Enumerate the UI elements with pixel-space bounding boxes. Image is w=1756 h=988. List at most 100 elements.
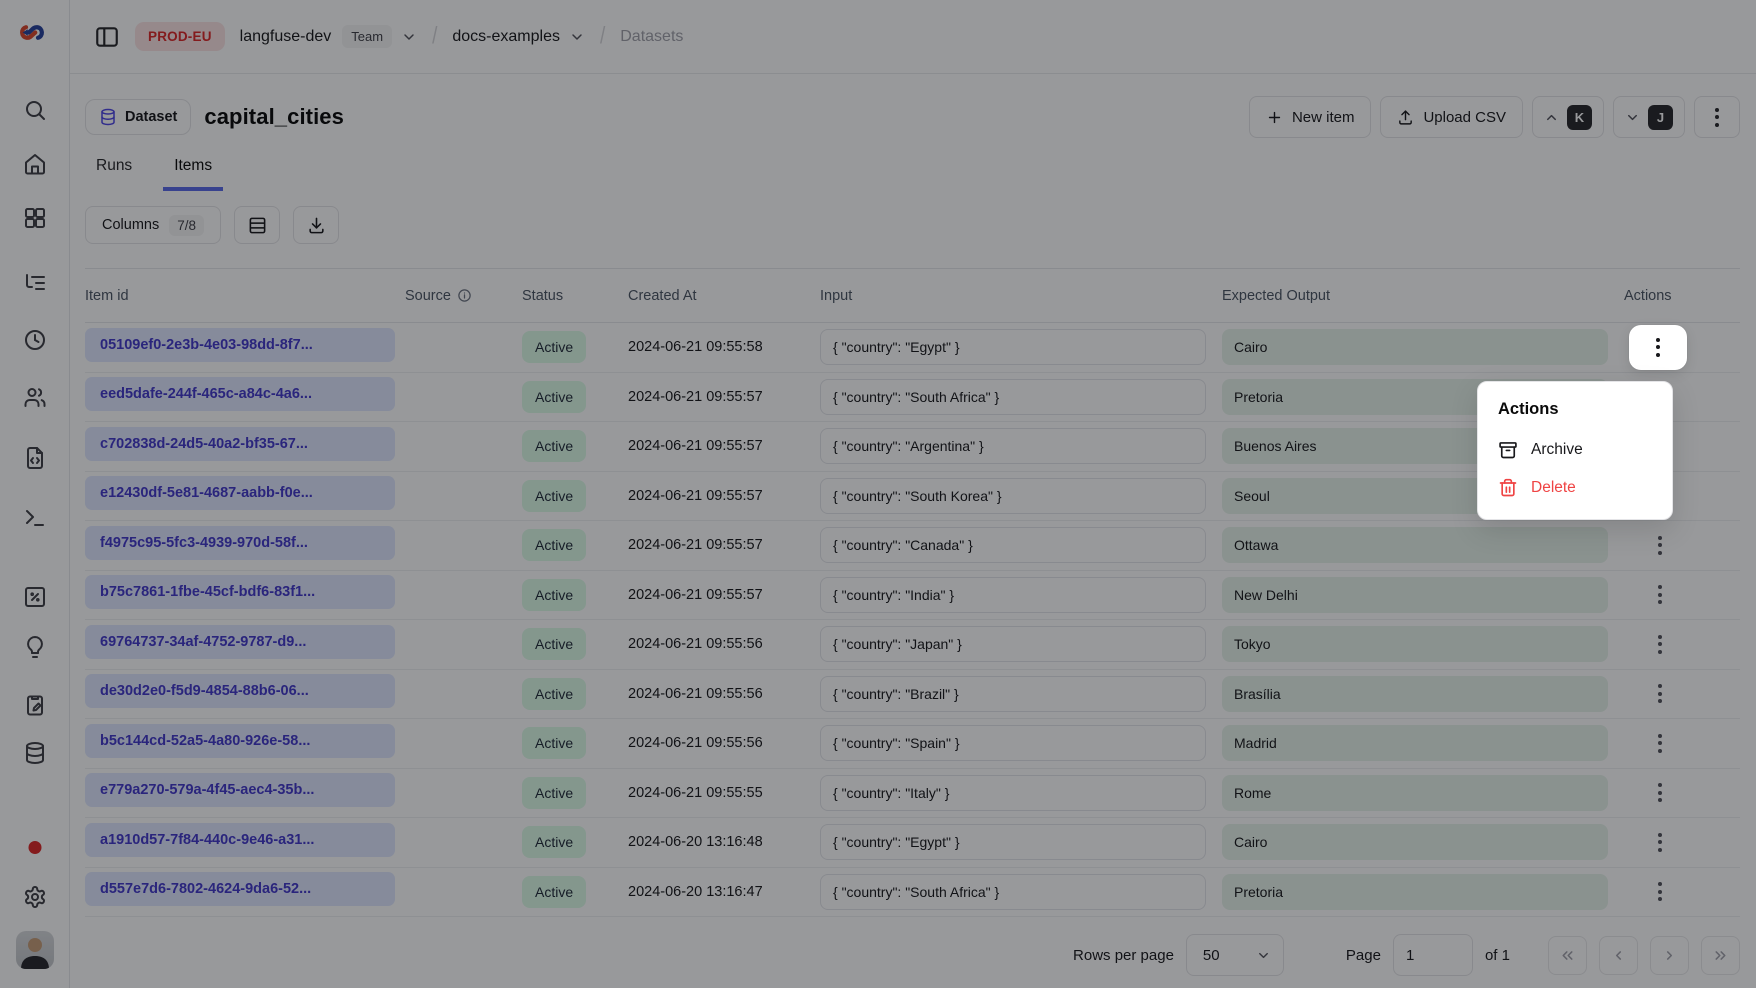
row-actions-button[interactable] xyxy=(1638,772,1682,814)
row-actions-button[interactable] xyxy=(1638,524,1682,566)
first-page-button[interactable] xyxy=(1548,936,1587,975)
input-cell[interactable]: { "country": "Egypt" } xyxy=(820,824,1206,860)
column-header-expected-output[interactable]: Expected Output xyxy=(1222,288,1624,304)
breadcrumb-project[interactable]: docs-examples xyxy=(452,28,560,46)
actions-menu-title: Actions xyxy=(1486,392,1664,431)
input-cell[interactable]: { "country": "Egypt" } xyxy=(820,329,1206,365)
tracing-tree-icon[interactable] xyxy=(23,271,47,295)
home-icon[interactable] xyxy=(23,152,47,176)
input-cell[interactable]: { "country": "South Korea" } xyxy=(820,478,1206,514)
menu-item-delete[interactable]: Delete xyxy=(1486,469,1664,507)
settings-gear-icon[interactable] xyxy=(23,885,47,909)
evaluation-percent-icon[interactable] xyxy=(23,585,47,609)
row-actions-button[interactable] xyxy=(1638,871,1682,913)
input-cell[interactable]: { "country": "South Africa" } xyxy=(820,874,1206,910)
menu-item-archive[interactable]: Archive xyxy=(1486,431,1664,469)
input-cell[interactable]: { "country": "Spain" } xyxy=(820,725,1206,761)
chevron-down-icon xyxy=(1625,110,1640,125)
item-id-badge[interactable]: de30d2e0-f5d9-4854-88b6-06... xyxy=(85,674,395,708)
table-row: 69764737-34af-4752-9787-d9... Active 202… xyxy=(85,620,1740,670)
input-cell[interactable]: { "country": "Canada" } xyxy=(820,527,1206,563)
row-actions-button[interactable] xyxy=(1638,623,1682,665)
item-id-badge[interactable]: f4975c95-5fc3-4939-970d-58f... xyxy=(85,526,395,560)
tab-items[interactable]: Items xyxy=(163,151,223,191)
row-actions-button[interactable] xyxy=(1638,821,1682,863)
item-id-badge[interactable]: a1910d57-7f84-440c-9e46-a31... xyxy=(85,823,395,857)
upload-csv-button[interactable]: Upload CSV xyxy=(1380,96,1523,138)
chevron-down-icon[interactable] xyxy=(569,29,585,45)
item-id-badge[interactable]: d557e7d6-7802-4624-9da6-52... xyxy=(85,872,395,906)
rows-per-page-label: Rows per page xyxy=(1073,947,1174,964)
column-header-input[interactable]: Input xyxy=(820,288,1222,304)
expected-output-cell[interactable]: Pretoria xyxy=(1222,874,1608,910)
next-page-button[interactable] xyxy=(1650,936,1689,975)
breadcrumb-org[interactable]: langfuse-dev xyxy=(240,28,332,46)
datasets-database-icon[interactable] xyxy=(23,741,47,765)
user-avatar[interactable] xyxy=(16,931,54,969)
expected-output-cell[interactable]: Cairo xyxy=(1222,824,1608,860)
environment-badge[interactable]: PROD-EU xyxy=(135,22,225,51)
new-item-button[interactable]: New item xyxy=(1249,96,1372,138)
created-at-cell: 2024-06-20 13:16:47 xyxy=(628,884,820,900)
notification-dot[interactable] xyxy=(28,841,41,854)
row-height-button[interactable] xyxy=(234,206,280,244)
last-page-button[interactable] xyxy=(1701,936,1740,975)
search-icon[interactable] xyxy=(23,98,47,122)
columns-button[interactable]: Columns 7/8 xyxy=(85,206,221,244)
next-item-button[interactable]: J xyxy=(1613,96,1685,138)
previous-page-button[interactable] xyxy=(1599,936,1638,975)
item-id-badge[interactable]: 05109ef0-2e3b-4e03-98dd-8f7... xyxy=(85,328,395,362)
created-at-cell: 2024-06-21 09:55:56 xyxy=(628,686,820,702)
input-cell[interactable]: { "country": "Italy" } xyxy=(820,775,1206,811)
expected-output-cell[interactable]: Cairo xyxy=(1222,329,1608,365)
input-cell[interactable]: { "country": "Argentina" } xyxy=(820,428,1206,464)
insights-lightbulb-icon[interactable] xyxy=(23,635,47,659)
sessions-clock-icon[interactable] xyxy=(23,328,47,352)
item-id-badge[interactable]: e779a270-579a-4f45-aec4-35b... xyxy=(85,773,395,807)
users-icon[interactable] xyxy=(23,385,47,409)
column-header-status[interactable]: Status xyxy=(522,288,628,304)
input-cell[interactable]: { "country": "India" } xyxy=(820,577,1206,613)
column-header-source[interactable]: Source xyxy=(405,288,522,304)
status-badge: Active xyxy=(522,331,586,363)
org-type-badge: Team xyxy=(342,25,392,48)
input-cell[interactable]: { "country": "Brazil" } xyxy=(820,676,1206,712)
row-actions-button[interactable] xyxy=(1629,325,1687,370)
info-icon[interactable] xyxy=(457,288,472,303)
item-id-badge[interactable]: b75c7861-1fbe-45cf-bdf6-83f1... xyxy=(85,575,395,609)
expected-output-cell[interactable]: Madrid xyxy=(1222,725,1608,761)
row-actions-button[interactable] xyxy=(1638,574,1682,616)
item-id-badge[interactable]: eed5dafe-244f-465c-a84c-4a6... xyxy=(85,377,395,411)
row-actions-button[interactable] xyxy=(1638,722,1682,764)
item-id-badge[interactable]: 69764737-34af-4752-9787-d9... xyxy=(85,625,395,659)
langfuse-logo-icon[interactable] xyxy=(17,17,47,47)
expected-output-cell[interactable]: Brasília xyxy=(1222,676,1608,712)
prompts-file-code-icon[interactable] xyxy=(23,446,47,470)
item-id-badge[interactable]: b5c144cd-52a5-4a80-926e-58... xyxy=(85,724,395,758)
input-cell[interactable]: { "country": "Japan" } xyxy=(820,626,1206,662)
item-id-badge[interactable]: e12430df-5e81-4687-aabb-f0e... xyxy=(85,476,395,510)
dataset-more-actions-button[interactable] xyxy=(1694,96,1740,138)
item-id-badge[interactable]: c702838d-24d5-40a2-bf35-67... xyxy=(85,427,395,461)
sidebar-toggle-icon[interactable] xyxy=(94,24,120,50)
tab-runs[interactable]: Runs xyxy=(85,151,143,191)
expected-output-cell[interactable]: Tokyo xyxy=(1222,626,1608,662)
input-cell[interactable]: { "country": "South Africa" } xyxy=(820,379,1206,415)
expected-output-cell[interactable]: Ottawa xyxy=(1222,527,1608,563)
expected-output-cell[interactable]: New Delhi xyxy=(1222,577,1608,613)
page-number-input[interactable] xyxy=(1393,934,1473,976)
column-header-created-at[interactable]: Created At xyxy=(628,288,820,304)
row-actions-button[interactable] xyxy=(1638,673,1682,715)
previous-item-button[interactable]: K xyxy=(1532,96,1604,138)
export-download-button[interactable] xyxy=(293,206,339,244)
created-at-cell: 2024-06-20 13:16:48 xyxy=(628,834,820,850)
playground-terminal-icon[interactable] xyxy=(23,506,47,530)
annotation-clipboard-pen-icon[interactable] xyxy=(23,693,47,717)
dashboard-grid-icon[interactable] xyxy=(23,206,47,230)
expected-output-cell[interactable]: Rome xyxy=(1222,775,1608,811)
chevron-down-icon[interactable] xyxy=(401,29,417,45)
status-badge: Active xyxy=(522,381,586,413)
column-header-item-id[interactable]: Item id xyxy=(85,288,405,304)
rows-per-page-select[interactable]: 50 xyxy=(1186,934,1284,976)
database-icon xyxy=(99,108,117,126)
